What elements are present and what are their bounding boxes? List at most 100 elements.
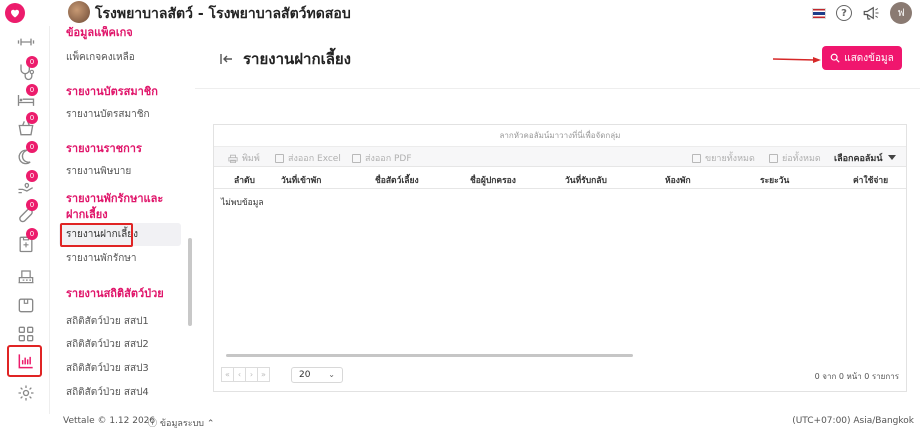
column-header[interactable]: ห้องพัก xyxy=(665,173,691,187)
info-icon: ⓘ xyxy=(148,419,158,428)
system-info-link[interactable]: ⓘ ข้อมูลระบบ ⌃ xyxy=(148,416,214,428)
rail-item-box[interactable] xyxy=(13,293,39,317)
user-avatar[interactable]: ฟ xyxy=(890,2,912,24)
collapse-all-label: ย่อทั้งหมด xyxy=(782,154,821,164)
group-panel[interactable]: ลากหัวคอลัมน์มาวางที่นี่เพื่อจัดกลุ่ม xyxy=(214,125,906,147)
print-button[interactable]: พิมพ์ xyxy=(228,151,260,165)
collapse-left-icon[interactable] xyxy=(219,52,233,66)
report-grid: ลากหัวคอลัมน์มาวางที่นี่เพื่อจัดกลุ่ม พิ… xyxy=(213,124,907,392)
submenu-item[interactable]: สถิติสัตว์ป่วย สสป3 xyxy=(66,362,149,376)
export-excel-button[interactable]: ส่งออก Excel xyxy=(275,151,341,165)
column-header[interactable]: ชื่อผู้ปกครอง xyxy=(470,173,516,187)
rail-item-grid[interactable] xyxy=(13,322,39,346)
dumbbell-icon xyxy=(17,38,35,46)
thai-flag-icon[interactable] xyxy=(812,7,826,19)
column-header[interactable]: ค่าใช้จ่าย xyxy=(853,173,888,187)
collapse-all-button[interactable]: ย่อทั้งหมด xyxy=(769,151,821,165)
page-size-value: 20 xyxy=(299,370,311,380)
submenu-scrollbar[interactable] xyxy=(188,238,192,326)
rail-badge: 0 xyxy=(26,228,38,240)
expand-all-button[interactable]: ขยายทั้งหมด xyxy=(692,151,755,165)
active-rail-highlight xyxy=(7,345,42,377)
megaphone-icon[interactable] xyxy=(862,5,880,21)
rail-badge: 0 xyxy=(26,199,38,211)
choose-columns-button[interactable]: เลือกคอลัมน์ xyxy=(834,151,897,165)
rail-item-stethoscope[interactable]: 0 xyxy=(13,56,39,84)
pointer-arrow-icon xyxy=(773,57,821,63)
grid-header-row: ลำดับ วันที่เข้าพัก ชื่อสัตว์เลี้ยง ชื่อ… xyxy=(214,167,906,189)
version-text: Vettale © 1.12 2026 xyxy=(63,416,156,426)
app-logo[interactable] xyxy=(5,3,25,23)
rail-item-dumbbell[interactable] xyxy=(13,30,39,54)
rail-item-cashier[interactable] xyxy=(13,264,39,288)
page-title: รายงานฝากเลี้ยง xyxy=(243,50,351,68)
top-bar: โรงพยาบาลสัตว์ - โรงพยาบาลสัตว์ทดสอบ ? ฟ xyxy=(0,0,920,26)
rail-item-clipboard[interactable]: 0 xyxy=(13,228,39,256)
export-excel-label: ส่งออก Excel xyxy=(288,154,341,164)
rail-item-basket[interactable]: 0 xyxy=(13,112,39,140)
grid-icon xyxy=(18,326,34,342)
submenu-active-highlight xyxy=(60,223,133,247)
print-label: พิมพ์ xyxy=(242,154,260,164)
top-right-actions: ? ฟ xyxy=(812,2,912,24)
submenu-item[interactable]: สถิติสัตว์ป่วย สสป2 xyxy=(66,338,149,352)
rail-badge: 0 xyxy=(26,141,38,153)
column-header[interactable]: วันที่รับกลับ xyxy=(565,173,607,187)
rail-item-pill[interactable]: 0 xyxy=(13,199,39,227)
column-header[interactable]: ลำดับ xyxy=(234,173,255,187)
submenu-item[interactable]: สถิติสัตว์ป่วย สสป4 xyxy=(66,386,149,400)
pdf-icon xyxy=(352,153,361,163)
rail-badge: 0 xyxy=(26,170,38,182)
page-size-select[interactable]: 20 ⌄ xyxy=(291,367,343,383)
rail-item-moon[interactable]: 0 xyxy=(13,141,39,169)
main-content: รายงานฝากเลี้ยง แสดงข้อมูล ลากหัวคอลัมน์… xyxy=(195,26,920,414)
report-submenu: ข้อมูลแพ็คเกจ แพ็คเกจคงเหลือ รายงานบัตรส… xyxy=(51,26,194,414)
icon-rail: 0 0 0 0 0 0 0 xyxy=(0,26,50,414)
printer-icon xyxy=(228,154,238,163)
rail-item-bed[interactable]: 0 xyxy=(13,84,39,112)
submenu-heading: ข้อมูลแพ็คเกจ xyxy=(66,26,133,39)
rail-badge: 0 xyxy=(26,112,38,124)
choose-columns-label: เลือกคอลัมน์ xyxy=(834,154,883,164)
search-icon xyxy=(830,53,840,63)
rail-item-settings[interactable] xyxy=(13,381,39,405)
page-info: 0 จาก 0 หน้า 0 รายการ xyxy=(814,372,899,381)
app-root: โรงพยาบาลสัตว์ - โรงพยาบาลสัตว์ทดสอบ ? ฟ… xyxy=(0,0,920,428)
rail-item-hand[interactable]: 0 xyxy=(13,170,39,198)
horizontal-scrollbar[interactable] xyxy=(226,354,633,357)
box-icon xyxy=(18,298,34,313)
show-data-button[interactable]: แสดงข้อมูล xyxy=(822,46,902,70)
column-header[interactable]: ชื่อสัตว์เลี้ยง xyxy=(375,173,419,187)
submenu-heading: ฝากเลี้ยง xyxy=(66,208,108,221)
column-header[interactable]: วันที่เข้าพัก xyxy=(281,173,321,187)
expand-all-label: ขยายทั้งหมด xyxy=(705,154,755,164)
excel-icon xyxy=(275,153,284,163)
chevron-up-icon: ⌃ xyxy=(206,419,215,428)
submenu-item[interactable]: รายงานพักรักษา xyxy=(66,252,136,266)
submenu-heading: รายงานสถิติสัตว์ป่วย xyxy=(66,287,164,300)
export-pdf-button[interactable]: ส่งออก PDF xyxy=(352,151,412,165)
hospital-avatar xyxy=(68,1,90,23)
gear-icon xyxy=(18,385,34,401)
hospital-title: โรงพยาบาลสัตว์ - โรงพยาบาลสัตว์ทดสอบ xyxy=(95,6,351,22)
last-page-button[interactable]: » xyxy=(257,367,270,382)
rail-badge: 0 xyxy=(26,84,38,96)
caret-down-icon xyxy=(888,155,897,160)
submenu-item[interactable]: แพ็คเกจคงเหลือ xyxy=(66,51,135,65)
heart-icon xyxy=(11,9,19,18)
cash-register-icon xyxy=(18,270,34,284)
column-header[interactable]: ระยะวัน xyxy=(760,173,789,187)
system-info-label: ข้อมูลระบบ xyxy=(159,419,204,428)
show-data-label: แสดงข้อมูล xyxy=(844,52,894,64)
grid-toolbar: พิมพ์ ส่งออก Excel ส่งออก PDF ขยายทั้งหม… xyxy=(214,147,906,167)
submenu-item[interactable]: รายงานบัตรสมาชิก xyxy=(66,108,150,122)
timezone-text: (UTC+07:00) Asia/Bangkok xyxy=(792,416,914,426)
submenu-heading: รายงานราชการ xyxy=(66,142,142,155)
empty-message: ไม่พบข้อมูล xyxy=(221,198,264,208)
submenu-heading: รายงานพักรักษาและ xyxy=(66,192,164,205)
submenu-item[interactable]: สถิติสัตว์ป่วย สสป1 xyxy=(66,315,149,329)
expand-icon xyxy=(692,153,701,163)
submenu-item[interactable]: รายงานพิษบาย xyxy=(66,165,131,179)
export-pdf-label: ส่งออก PDF xyxy=(365,154,412,164)
help-icon[interactable]: ? xyxy=(836,5,852,21)
